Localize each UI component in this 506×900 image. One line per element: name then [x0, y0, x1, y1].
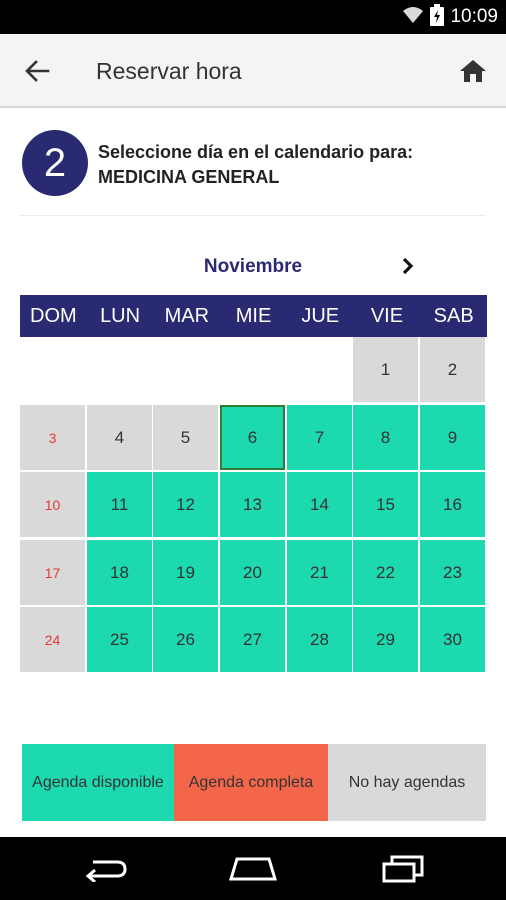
- calendar-day: 4: [87, 405, 152, 470]
- calendar-day[interactable]: 28: [287, 607, 352, 672]
- calendar-day[interactable]: 30: [420, 607, 485, 672]
- calendar-day: 10: [20, 472, 85, 537]
- back-nav-icon: [85, 860, 127, 882]
- home-button[interactable]: [456, 54, 490, 88]
- calendar-day: 17: [20, 540, 85, 605]
- legend-none: No hay agendas: [328, 744, 486, 821]
- recents-nav-icon: [382, 855, 424, 883]
- battery-icon: [430, 3, 445, 31]
- chevron-right-icon: [402, 257, 414, 275]
- legend-full: Agenda completa: [174, 744, 328, 821]
- app-bar: Reservar hora: [0, 34, 506, 108]
- weekday-header: DOM LUN MAR MIE JUE VIE SAB: [20, 295, 487, 337]
- calendar-day[interactable]: 15: [353, 472, 418, 537]
- legend: Agenda disponible Agenda completa No hay…: [22, 744, 486, 821]
- status-bar: 10:09: [0, 0, 506, 34]
- month-label: Noviembre: [203, 256, 303, 277]
- calendar-day[interactable]: 29: [353, 607, 418, 672]
- weekday-label: LUN: [100, 304, 141, 327]
- wifi-icon: [402, 6, 424, 29]
- calendar-day[interactable]: 25: [87, 607, 152, 672]
- calendar-day: 1: [353, 337, 418, 402]
- home-icon: [460, 60, 486, 82]
- nav-back-button[interactable]: [81, 851, 131, 887]
- page-title: Reservar hora: [96, 58, 242, 84]
- home-nav-icon: [229, 857, 277, 881]
- calendar-day[interactable]: 11: [87, 472, 152, 537]
- calendar-day[interactable]: 19: [153, 540, 218, 605]
- calendar-day[interactable]: 18: [87, 540, 152, 605]
- legend-available: Agenda disponible: [22, 744, 174, 821]
- system-nav-bar: [0, 837, 506, 900]
- nav-recents-button[interactable]: [378, 851, 428, 887]
- step-instructions: Seleccione día en el calendario para: ME…: [98, 140, 413, 190]
- calendar-day[interactable]: 27: [220, 607, 285, 672]
- calendar-day[interactable]: 21: [287, 540, 352, 605]
- calendar-day: 2: [420, 337, 485, 402]
- calendar-day: 24: [20, 607, 85, 672]
- nav-home-button[interactable]: [228, 851, 278, 887]
- weekday-label: MIE: [235, 304, 272, 327]
- divider: [20, 215, 486, 216]
- weekday-label: VIE: [370, 304, 404, 327]
- back-button[interactable]: [20, 54, 54, 88]
- calendar-day[interactable]: 8: [353, 405, 418, 470]
- calendar-day[interactable]: 16: [420, 472, 485, 537]
- specialty-name: MEDICINA GENERAL: [98, 167, 280, 187]
- calendar-day[interactable]: 14: [287, 472, 352, 537]
- status-icons: 10:09: [402, 0, 498, 34]
- step-number-badge: 2: [22, 130, 88, 196]
- calendar-day[interactable]: 26: [153, 607, 218, 672]
- calendar-day[interactable]: 9: [420, 405, 485, 470]
- status-time: 10:09: [450, 6, 498, 27]
- calendar-day: 3: [20, 405, 85, 470]
- calendar-day[interactable]: 20: [220, 540, 285, 605]
- calendar-day[interactable]: 23: [420, 540, 485, 605]
- calendar-day[interactable]: 22: [353, 540, 418, 605]
- step-instruction-text: Seleccione día en el calendario para:: [98, 142, 414, 162]
- calendar-day[interactable]: 13: [220, 472, 285, 537]
- weekday-label: DOM: [30, 304, 77, 327]
- weekday-label: MAR: [164, 304, 210, 327]
- weekday-label: SAB: [433, 304, 474, 327]
- arrow-left-icon: [25, 60, 50, 82]
- calendar-day[interactable]: 12: [153, 472, 218, 537]
- calendar-day[interactable]: 7: [287, 405, 352, 470]
- calendar-day: 5: [153, 405, 218, 470]
- next-month-button[interactable]: [394, 252, 422, 280]
- calendar-day-selected[interactable]: 6: [220, 405, 285, 470]
- weekday-label: JUE: [301, 304, 340, 327]
